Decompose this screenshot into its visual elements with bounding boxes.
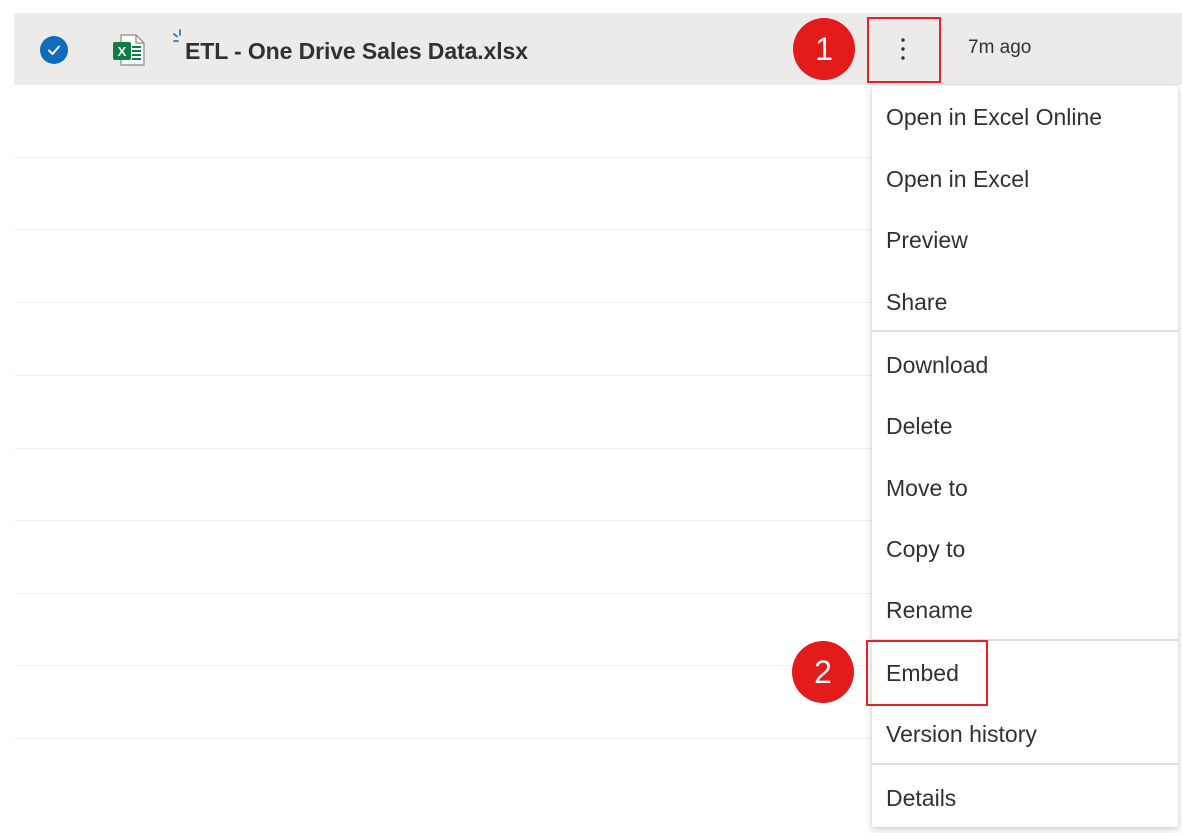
list-row-divider — [14, 229, 872, 230]
list-row-divider — [14, 593, 872, 594]
modified-time: 7m ago — [968, 37, 1032, 58]
menu-divider — [872, 763, 1178, 765]
context-menu: Open in Excel Online Open in Excel Previ… — [872, 86, 1178, 827]
file-row[interactable]: X ETL - One Drive Sales Data.xlsx 7m ago — [14, 13, 1182, 85]
callout-badge-1: 1 — [793, 18, 855, 80]
menu-item-rename[interactable]: Rename — [872, 581, 1178, 639]
menu-divider — [872, 330, 1178, 332]
menu-item-share[interactable]: Share — [872, 273, 1178, 331]
callout-highlight-embed — [866, 640, 988, 706]
file-name[interactable]: ETL - One Drive Sales Data.xlsx — [185, 38, 528, 65]
menu-item-move-to[interactable]: Move to — [872, 459, 1178, 517]
menu-item-open-in-excel-online[interactable]: Open in Excel Online — [872, 88, 1178, 146]
selected-checkmark-icon[interactable] — [40, 36, 68, 64]
callout-highlight-more-options — [867, 17, 941, 83]
menu-item-details[interactable]: Details — [872, 769, 1178, 827]
menu-item-open-in-excel[interactable]: Open in Excel — [872, 150, 1178, 208]
list-row-divider — [14, 665, 872, 666]
callout-badge-2: 2 — [792, 641, 854, 703]
menu-item-delete[interactable]: Delete — [872, 397, 1178, 455]
list-row-divider — [14, 375, 872, 376]
menu-item-preview[interactable]: Preview — [872, 211, 1178, 269]
menu-item-version-history[interactable]: Version history — [872, 705, 1178, 763]
list-row-divider — [14, 520, 872, 521]
list-row-divider — [14, 157, 872, 158]
menu-item-download[interactable]: Download — [872, 336, 1178, 394]
list-row-divider — [14, 448, 872, 449]
menu-item-copy-to[interactable]: Copy to — [872, 520, 1178, 578]
list-row-divider — [14, 738, 872, 739]
svg-text:X: X — [118, 44, 127, 59]
list-row-divider — [14, 302, 872, 303]
excel-file-icon: X — [112, 33, 146, 72]
